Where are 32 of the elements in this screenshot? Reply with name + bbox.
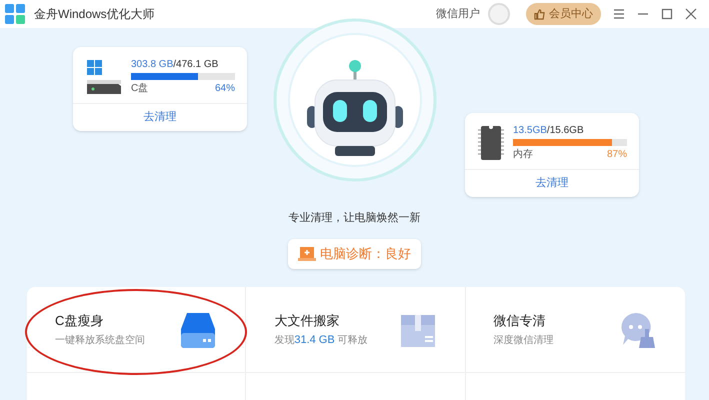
chat-brush-icon xyxy=(618,310,657,348)
tagline: 专业清理，让电脑焕然一新 xyxy=(288,210,420,226)
tool-subtitle: 一键释放系统盘空间 xyxy=(55,334,146,348)
tool-subtitle: 深度微信清理 xyxy=(494,334,555,348)
thumb-up-icon xyxy=(534,8,545,20)
tool-tile[interactable]: 微信专清 深度微信清理 xyxy=(466,287,685,373)
memory-chip-icon xyxy=(477,125,505,161)
laptop-plus-icon xyxy=(298,246,316,260)
clean-link[interactable]: 去清理 xyxy=(536,175,568,192)
drive-label: C盘 xyxy=(131,82,148,95)
tool-tile[interactable]: C盘瘦身 一键释放系统盘空间 xyxy=(27,287,246,373)
diagnosis-button[interactable]: 电脑诊断：良好 xyxy=(288,238,421,268)
window-title: 金舟Windows优化大师 xyxy=(34,6,155,23)
app-logo-icon xyxy=(4,3,26,25)
tool-title: 大文件搬家 xyxy=(274,312,340,330)
tool-subtitle: 发现31.4 GB 可释放 xyxy=(274,333,368,348)
usage-text: 13.5GB/15.6GB xyxy=(513,125,585,137)
clean-link[interactable]: 去清理 xyxy=(144,109,176,126)
usage-percent: 87% xyxy=(606,148,627,161)
drive-label: 内存 xyxy=(513,148,533,161)
drive-icon xyxy=(179,310,218,348)
menu-icon[interactable] xyxy=(613,8,625,20)
maximize-icon[interactable] xyxy=(661,8,673,20)
close-icon[interactable] xyxy=(685,8,697,20)
user-name: 微信用户 xyxy=(436,6,480,22)
tool-tile[interactable]: 大文件搬家 发现31.4 GB 可释放 xyxy=(246,287,466,373)
hard-drive-icon xyxy=(85,60,123,94)
usage-percent: 64% xyxy=(214,82,235,95)
tool-title: 微信专清 xyxy=(494,312,547,330)
vip-button[interactable]: 会员中心 xyxy=(526,3,601,25)
tool-title: C盘瘦身 xyxy=(55,312,104,330)
usage-text: 303.8 GB/476.1 GB xyxy=(131,59,220,71)
